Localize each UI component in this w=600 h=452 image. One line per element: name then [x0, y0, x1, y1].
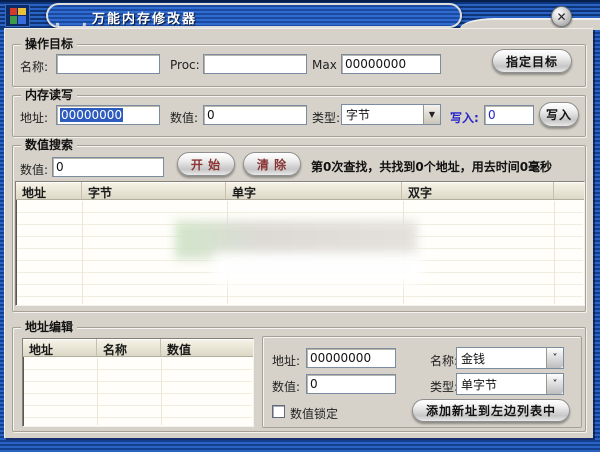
title-bar[interactable]: 万能内存修改器 ✕	[0, 0, 600, 30]
write-value-input[interactable]	[484, 105, 534, 125]
memory-value-input[interactable]	[203, 105, 307, 125]
search-list-body[interactable]	[17, 201, 583, 304]
edit-name-select[interactable]: 金钱 ˅	[456, 347, 564, 369]
search-list-header: 地址 字节 单字 双字	[16, 182, 584, 200]
close-icon[interactable]: ✕	[551, 6, 572, 27]
column-header-byte[interactable]: 字节	[82, 182, 226, 199]
edit-list-header: 地址 名称 数值	[23, 339, 253, 357]
column-header-value[interactable]: 数值	[161, 339, 253, 356]
start-search-button[interactable]: 开 始	[177, 152, 235, 176]
search-value-input[interactable]	[52, 157, 164, 177]
edit-address-label: 地址:	[272, 354, 301, 368]
target-max-input[interactable]	[341, 54, 441, 74]
memory-address-label: 地址:	[20, 111, 49, 125]
app-icon[interactable]	[5, 4, 30, 27]
target-name-input[interactable]	[56, 54, 160, 74]
target-group-title: 操作目标	[21, 37, 78, 51]
edit-type-label: 类型:	[430, 380, 459, 394]
memory-type-value: 字节	[346, 108, 371, 122]
dropdown-arrow-icon[interactable]: ▼	[423, 105, 440, 124]
chevron-down-icon[interactable]: ˅	[546, 348, 563, 368]
edit-type-value: 单字节	[461, 377, 498, 392]
edit-value-input[interactable]	[306, 374, 396, 394]
search-status-text: 第0次查找，共找到0个地址，用去时间0毫秒	[311, 160, 553, 174]
edit-group-title: 地址编辑	[21, 320, 78, 334]
swoosh-decoration	[49, 5, 93, 26]
value-lock-checkbox[interactable]	[272, 405, 285, 418]
memory-type-label: 类型:	[312, 111, 341, 125]
selected-text: 00000000	[60, 108, 124, 122]
window-title: 万能内存修改器	[92, 12, 198, 27]
edit-name-value: 金钱	[461, 351, 486, 366]
specify-target-button[interactable]: 指定目标	[492, 49, 572, 73]
clear-search-button[interactable]: 清 除	[243, 152, 301, 176]
add-address-button[interactable]: 添加新址到左边列表中	[412, 399, 570, 422]
column-header-address[interactable]: 地址	[16, 182, 82, 199]
value-lock-label: 数值锁定	[290, 407, 339, 421]
search-value-label: 数值:	[20, 163, 49, 177]
edit-value-label: 数值:	[272, 380, 301, 394]
column-header-spare[interactable]	[554, 182, 584, 199]
write-label: 写入:	[450, 111, 479, 125]
edit-name-label: 名称:	[430, 354, 459, 368]
column-header-word[interactable]: 单字	[226, 182, 402, 199]
blurred-watermark	[213, 253, 423, 285]
search-results-listview[interactable]: 地址 字节 单字 双字	[15, 181, 585, 306]
memory-group-title: 内存读写	[21, 88, 78, 102]
edit-address-input[interactable]	[306, 348, 396, 368]
memory-value-label: 数值:	[170, 111, 199, 125]
memory-type-select[interactable]: 字节 ▼	[341, 104, 441, 125]
saved-address-listview[interactable]: 地址 名称 数值	[22, 338, 254, 427]
column-header-dword[interactable]: 双字	[402, 182, 554, 199]
target-max-label: Max :	[312, 58, 345, 72]
chevron-down-icon[interactable]: ˅	[546, 374, 563, 394]
edit-type-select[interactable]: 单字节 ˅	[456, 373, 564, 395]
target-proc-label: Proc:	[170, 58, 200, 72]
target-proc-input[interactable]	[203, 54, 307, 74]
write-button[interactable]: 写入	[539, 102, 579, 127]
memory-address-input[interactable]: 00000000	[56, 105, 160, 125]
column-header-address[interactable]: 地址	[23, 339, 97, 356]
column-header-name[interactable]: 名称	[97, 339, 161, 356]
search-group-title: 数值搜索	[21, 138, 78, 152]
edit-list-body[interactable]	[24, 358, 252, 425]
target-name-label: 名称:	[20, 60, 49, 74]
